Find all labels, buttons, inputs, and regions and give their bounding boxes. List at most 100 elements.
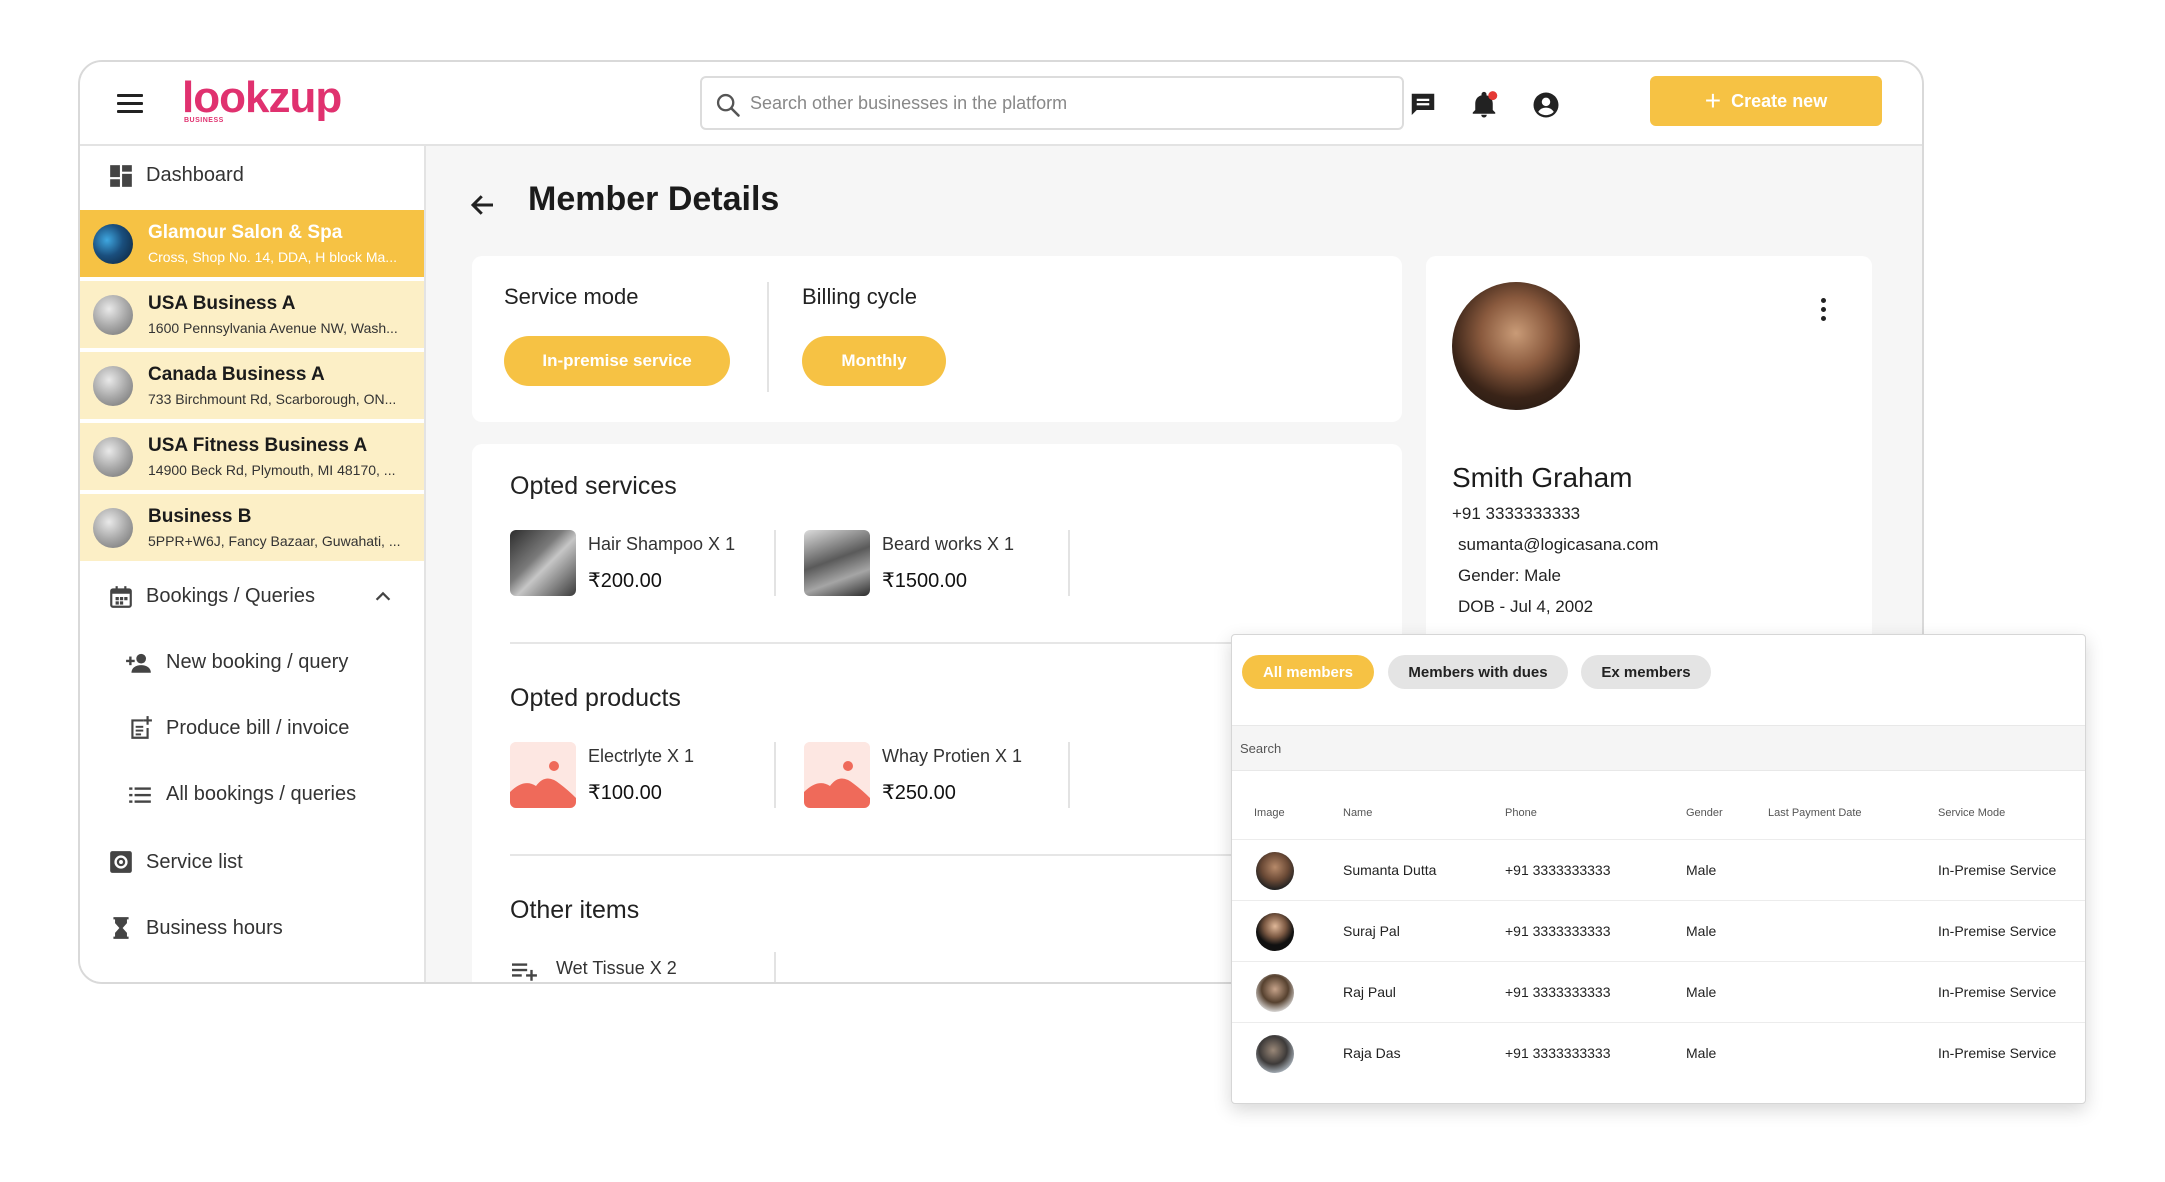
sidebar-item-new-booking[interactable]: New booking / query <box>80 632 424 692</box>
product-item[interactable]: Electrlyte X 1 ₹100.00 <box>510 742 770 808</box>
chat-icon[interactable] <box>1408 90 1438 120</box>
menu-icon[interactable] <box>117 94 143 114</box>
opted-products-title: Opted products <box>510 684 681 712</box>
sidebar-item-bookings[interactable]: Bookings / Queries <box>80 566 424 626</box>
item-price: ₹200.00 <box>588 570 662 592</box>
logo-text: lookzup <box>182 73 342 122</box>
item-name: Whay Protien X 1 <box>882 746 1023 766</box>
row-phone: +91 3333333333 <box>1505 862 1611 878</box>
business-name: Canada Business A <box>148 364 325 385</box>
row-service-mode: In-Premise Service <box>1938 923 2057 939</box>
business-address: 14900 Beck Rd, Plymouth, MI 48170, ... <box>148 462 396 478</box>
row-name: Sumanta Dutta <box>1343 862 1437 878</box>
tab-members-with-dues[interactable]: Members with dues <box>1388 655 1568 689</box>
dashboard-icon <box>110 165 132 187</box>
business-address: 733 Birchmount Rd, Scarborough, ON... <box>148 391 397 407</box>
divider <box>767 282 769 392</box>
member-dob: DOB - Jul 4, 2002 <box>1458 597 1594 616</box>
item-name: Electrlyte X 1 <box>588 746 695 766</box>
member-name: Smith Graham <box>1452 462 1633 493</box>
plus-icon: + <box>1704 85 1722 116</box>
business-name: USA Business A <box>148 293 296 314</box>
tab-all-members[interactable]: All members <box>1242 655 1374 689</box>
row-name: Raj Paul <box>1343 984 1396 1000</box>
row-phone: +91 3333333333 <box>1505 1045 1611 1061</box>
page-title: Member Details <box>528 180 780 218</box>
column-header-phone: Phone <box>1505 807 1537 819</box>
divider <box>1068 530 1070 596</box>
member-row-avatar <box>1256 852 1294 890</box>
tab-ex-members[interactable]: Ex members <box>1581 655 1711 689</box>
calendar-icon <box>110 586 132 608</box>
sidebar-item-business-hours[interactable]: Business hours <box>80 898 424 958</box>
search-input[interactable] <box>750 78 1390 128</box>
row-service-mode: In-Premise Service <box>1938 984 2057 1000</box>
row-gender: Male <box>1686 984 1717 1000</box>
sidebar-item-label: Service list <box>146 851 243 873</box>
business-address: 1600 Pennsylvania Avenue NW, Wash... <box>148 320 398 336</box>
back-arrow-icon[interactable] <box>468 190 498 220</box>
member-row-avatar <box>1256 974 1294 1012</box>
other-item[interactable]: Wet Tissue X 2 <box>510 952 770 982</box>
service-item[interactable]: Hair Shampoo X 1 ₹200.00 <box>510 530 770 596</box>
billing-cycle-pill[interactable]: Monthly <box>802 336 946 386</box>
business-item-business-b[interactable]: Business B 5PPR+W6J, Fancy Bazaar, Guwah… <box>80 494 424 563</box>
invoice-icon <box>131 716 152 739</box>
table-row[interactable]: Suraj Pal +91 3333333333 Male In-Premise… <box>1232 900 2085 961</box>
top-bar: lookzup BUSINESS + Create new <box>80 62 1922 146</box>
sidebar-item-label: Bookings / Queries <box>146 585 315 607</box>
notification-bell-icon[interactable] <box>1469 90 1499 120</box>
column-header-name: Name <box>1343 807 1373 819</box>
service-mode-card: Service mode In-premise service Billing … <box>472 256 1402 422</box>
sidebar-item-dashboard[interactable]: Dashboard <box>80 146 424 206</box>
create-new-label: Create new <box>1731 90 1828 111</box>
divider <box>1068 742 1070 808</box>
item-name: Wet Tissue X 2 <box>556 958 677 978</box>
create-new-button[interactable]: + Create new <box>1650 76 1882 126</box>
billing-cycle-label: Billing cycle <box>802 284 917 309</box>
service-item[interactable]: Beard works X 1 ₹1500.00 <box>804 530 1064 596</box>
table-row[interactable]: Raj Paul +91 3333333333 Male In-Premise … <box>1232 961 2085 1022</box>
business-item-glamour-salon[interactable]: Glamour Salon & Spa Cross, Shop No. 14, … <box>80 210 424 279</box>
business-avatar <box>93 508 133 548</box>
business-name: Glamour Salon & Spa <box>148 222 343 243</box>
members-search-input[interactable] <box>1240 726 2070 770</box>
row-service-mode: In-Premise Service <box>1938 1045 2057 1061</box>
row-gender: Male <box>1686 923 1717 939</box>
service-mode-pill[interactable]: In-premise service <box>504 336 730 386</box>
lookzup-logo[interactable]: lookzup BUSINESS <box>182 73 342 125</box>
table-row[interactable]: Raja Das +91 3333333333 Male In-Premise … <box>1232 1022 2085 1083</box>
column-header-service-mode: Service Mode <box>1938 807 2006 819</box>
business-avatar <box>93 366 133 406</box>
business-name: Business B <box>148 506 252 527</box>
service-thumbnail <box>804 530 870 596</box>
row-name: Suraj Pal <box>1343 923 1400 939</box>
divider <box>774 952 776 982</box>
member-gender: Gender: Male <box>1458 566 1561 585</box>
business-item-usa-fitness-business-a[interactable]: USA Fitness Business A 14900 Beck Rd, Pl… <box>80 423 424 492</box>
other-items-title: Other items <box>510 896 640 924</box>
business-address: 5PPR+W6J, Fancy Bazaar, Guwahati, ... <box>148 533 401 549</box>
members-panel: All members Members with dues Ex members… <box>1231 634 2086 1104</box>
members-search-bar <box>1232 725 2085 771</box>
sidebar-item-service-list[interactable]: Service list <box>80 832 424 892</box>
sidebar-item-produce-bill[interactable]: Produce bill / invoice <box>80 698 424 758</box>
sidebar-item-label: Produce bill / invoice <box>166 717 350 739</box>
table-row[interactable]: Sumanta Dutta +91 3333333333 Male In-Pre… <box>1232 839 2085 900</box>
divider <box>774 530 776 596</box>
more-options-icon[interactable] <box>1818 298 1828 324</box>
divider <box>774 742 776 808</box>
business-item-usa-business-a[interactable]: USA Business A 1600 Pennsylvania Avenue … <box>80 281 424 350</box>
sidebar-item-label: New booking / query <box>166 651 349 673</box>
business-name: USA Fitness Business A <box>148 435 368 456</box>
sidebar-item-all-bookings[interactable]: All bookings / queries <box>80 764 424 824</box>
chevron-up-icon[interactable] <box>372 586 394 608</box>
list-icon <box>129 787 151 803</box>
business-item-canada-business-a[interactable]: Canada Business A 733 Birchmount Rd, Sca… <box>80 352 424 421</box>
add-person-icon <box>126 653 151 673</box>
playlist-add-icon <box>512 963 537 981</box>
service-settings-icon <box>110 851 132 873</box>
account-icon[interactable] <box>1531 90 1561 120</box>
row-phone: +91 3333333333 <box>1505 923 1611 939</box>
product-item[interactable]: Whay Protien X 1 ₹250.00 <box>804 742 1064 808</box>
